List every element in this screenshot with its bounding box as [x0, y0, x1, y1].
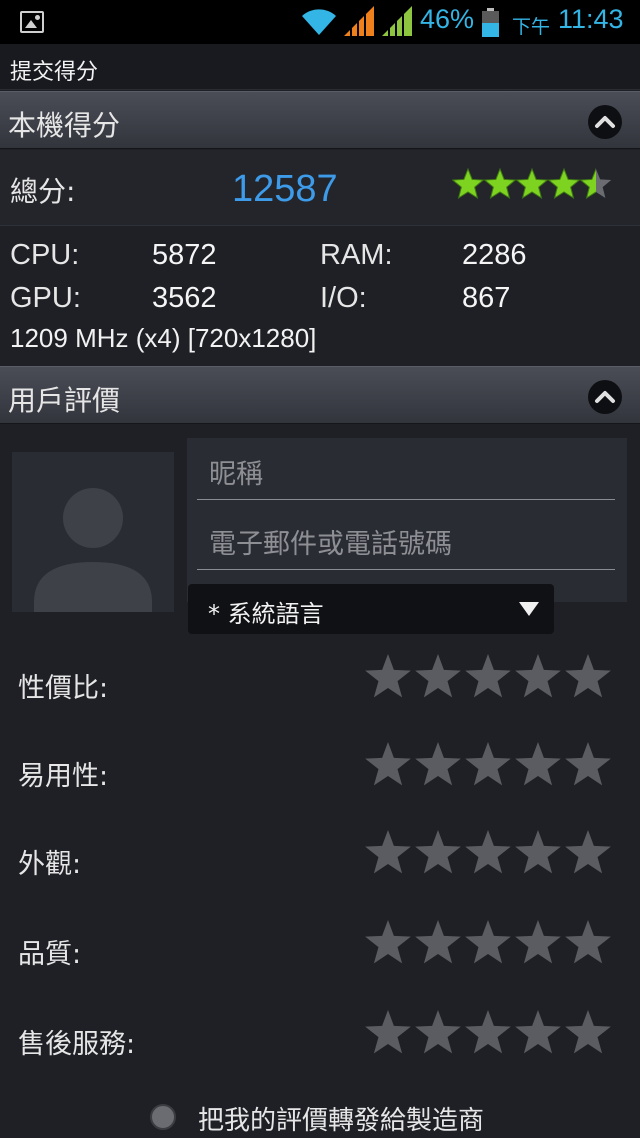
contact-form: [187, 438, 627, 602]
total-score-label: 總分:: [10, 175, 76, 208]
star-icon[interactable]: [514, 918, 562, 968]
wifi-icon: [302, 9, 336, 35]
nickname-input[interactable]: [197, 444, 615, 500]
star-icon[interactable]: [364, 918, 412, 968]
clock-time: 11:43: [558, 4, 624, 34]
forward-radio[interactable]: [150, 1104, 176, 1130]
total-score-value: 12587: [232, 168, 338, 210]
score-breakdown: CPU: 5872 RAM: 2286 GPU: 3562 I/O: 867 1…: [0, 227, 640, 367]
avatar[interactable]: [12, 452, 174, 612]
rating-stars-usability[interactable]: [364, 740, 616, 796]
title-bar: 提交得分: [0, 44, 640, 90]
rating-label-service: 售後服務:: [18, 1029, 136, 1060]
user-review-title: 用戶評價: [8, 384, 121, 417]
rating-stars-value[interactable]: [364, 652, 616, 708]
cpu-info: 1209 MHz (x4) [720x1280]: [10, 323, 317, 353]
star-icon[interactable]: [514, 1008, 562, 1058]
triangle-down-icon: [519, 602, 539, 616]
star-icon[interactable]: [414, 652, 462, 702]
stat-label-gpu: GPU:: [10, 282, 81, 314]
rating-row-quality: 品質:: [0, 918, 640, 1006]
battery-percent: 46%: [420, 4, 475, 34]
signal-icon-sim2: [382, 6, 412, 36]
star-icon[interactable]: [464, 652, 512, 702]
chevron-up-icon: [595, 116, 615, 128]
rating-label-appearance: 外觀:: [18, 849, 82, 880]
contact-input[interactable]: [197, 514, 615, 570]
star-icon[interactable]: [564, 740, 612, 790]
device-score-header[interactable]: 本機得分: [0, 91, 640, 149]
user-review-collapse-button[interactable]: [588, 380, 622, 414]
signal-icon-sim1: [344, 6, 374, 36]
rating-row-usability: 易用性:: [0, 740, 640, 828]
total-star-1: [452, 168, 484, 200]
star-icon[interactable]: [464, 918, 512, 968]
star-icon[interactable]: [414, 740, 462, 790]
star-icon[interactable]: [364, 828, 412, 878]
user-review-section: * 系統語言 性價比: 易用性: 外觀: 品質: 售後服務: 把我的評價轉發給製…: [0, 426, 640, 1138]
stat-label-cpu: CPU:: [10, 239, 80, 271]
rating-row-value: 性價比:: [0, 652, 640, 740]
star-icon[interactable]: [464, 1008, 512, 1058]
battery-icon: [482, 8, 499, 37]
rating-row-appearance: 外觀:: [0, 828, 640, 916]
star-icon[interactable]: [414, 918, 462, 968]
star-icon[interactable]: [364, 740, 412, 790]
star-icon[interactable]: [564, 918, 612, 968]
star-icon[interactable]: [364, 652, 412, 702]
stat-value-cpu: 5872: [152, 239, 217, 271]
gallery-notification-icon: [20, 11, 44, 33]
total-star-4: [548, 168, 580, 200]
person-icon: [34, 488, 152, 612]
stat-value-io: 867: [462, 282, 511, 314]
stat-label-io: I/O:: [320, 282, 367, 314]
star-icon[interactable]: [414, 828, 462, 878]
status-bar: 46% 下午 11:43: [0, 0, 640, 44]
total-star-3: [516, 168, 548, 200]
language-dropdown[interactable]: * 系統語言: [188, 584, 554, 634]
stat-value-gpu: 3562: [152, 282, 217, 314]
stat-value-ram: 2286: [462, 239, 527, 271]
forward-label: 把我的評價轉發給製造商: [198, 1106, 485, 1136]
star-icon[interactable]: [464, 828, 512, 878]
user-review-header[interactable]: 用戶評價: [0, 366, 640, 424]
device-score-collapse-button[interactable]: [588, 105, 622, 139]
rating-stars-service[interactable]: [364, 1008, 616, 1064]
star-icon[interactable]: [564, 652, 612, 702]
total-star-2: [484, 168, 516, 200]
rating-label-usability: 易用性:: [18, 761, 109, 792]
forward-to-manufacturer-option[interactable]: 把我的評價轉發給製造商: [150, 1100, 550, 1138]
rating-label-quality: 品質:: [18, 939, 82, 970]
total-score-row: 總分: 12587: [0, 150, 640, 226]
star-icon[interactable]: [514, 652, 562, 702]
star-icon[interactable]: [514, 740, 562, 790]
chevron-up-icon: [595, 391, 615, 403]
star-icon[interactable]: [414, 1008, 462, 1058]
page-title: 提交得分: [10, 60, 99, 85]
star-icon[interactable]: [364, 1008, 412, 1058]
rating-stars-quality[interactable]: [364, 918, 616, 974]
star-icon[interactable]: [514, 828, 562, 878]
star-icon[interactable]: [464, 740, 512, 790]
language-selected: * 系統語言: [208, 600, 324, 628]
stat-label-ram: RAM:: [320, 239, 393, 271]
rating-label-value: 性價比:: [18, 673, 109, 704]
clock-ampm: 下午: [512, 16, 551, 38]
rating-stars-appearance[interactable]: [364, 828, 616, 884]
rating-row-service: 售後服務:: [0, 1008, 640, 1096]
star-icon[interactable]: [564, 1008, 612, 1058]
total-score-stars: [452, 168, 612, 200]
star-icon[interactable]: [564, 828, 612, 878]
device-score-title: 本機得分: [8, 109, 121, 142]
